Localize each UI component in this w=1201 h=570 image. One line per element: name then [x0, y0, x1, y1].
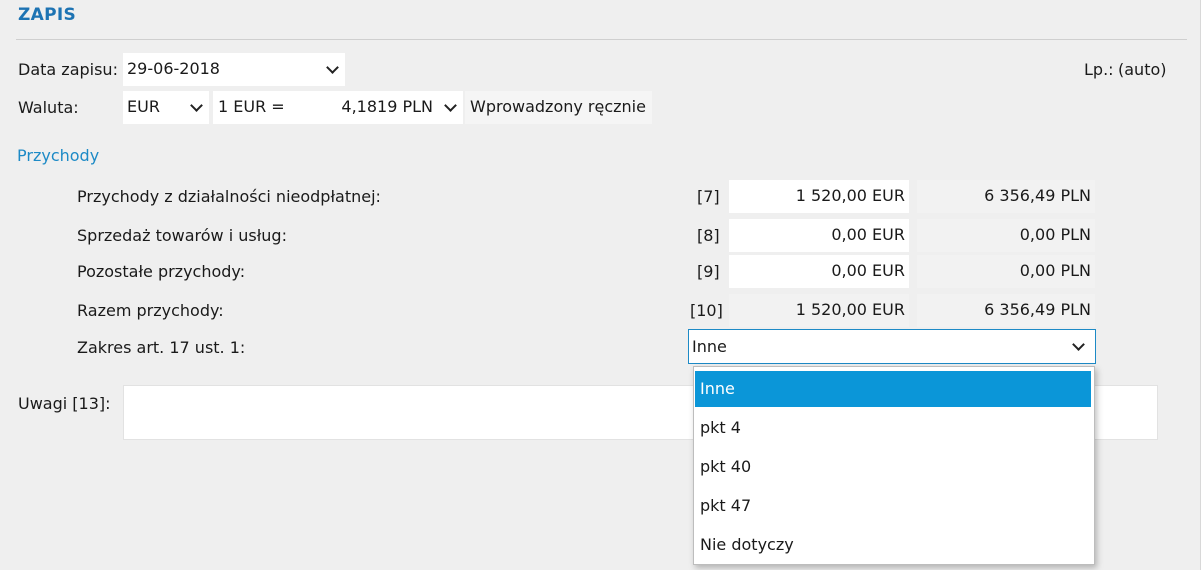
date-picker[interactable]: 29-06-2018: [123, 53, 345, 86]
amount-pln-field: 6 356,49 PLN: [917, 180, 1095, 213]
amount-pln-value: 6 356,49 PLN: [984, 186, 1091, 205]
zakres-select[interactable]: Inne: [688, 329, 1096, 364]
chevron-down-icon[interactable]: [326, 61, 339, 74]
zakres-selected-value: Inne: [692, 337, 727, 356]
title-divider: [16, 39, 1187, 40]
currency-label: Waluta:: [18, 98, 79, 117]
page-title: ZAPIS: [18, 5, 77, 25]
amount-pln-field: 0,00 PLN: [917, 255, 1095, 288]
rate-prefix: 1 EUR =: [218, 97, 285, 116]
amount-pln-value: 0,00 PLN: [1019, 225, 1091, 244]
rate-mode-box: Wprowadzony ręcznie: [465, 91, 652, 124]
dropdown-option-pkt-4[interactable]: pkt 4: [695, 410, 1091, 446]
total-pln-field: 6 356,49 PLN: [917, 294, 1095, 327]
row-code: [8]: [697, 226, 720, 245]
amount-pln-value: 0,00 PLN: [1019, 261, 1091, 280]
total-eur-field: 1 520,00 EUR: [729, 294, 909, 327]
rate-mode-text: Wprowadzony ręcznie: [470, 97, 646, 116]
row-label: Sprzedaż towarów i usług:: [77, 226, 287, 245]
uwagi-label: Uwagi [13]:: [18, 394, 111, 413]
amount-eur-input[interactable]: 0,00 EUR: [729, 219, 909, 252]
rate-value: 4,1819 PLN: [341, 97, 433, 116]
amount-eur-value: 0,00 EUR: [831, 225, 905, 244]
section-title-przychody: Przychody: [17, 146, 100, 165]
currency-value: EUR: [127, 97, 160, 116]
amount-pln-field: 0,00 PLN: [917, 219, 1095, 252]
row-label: Pozostałe przychody:: [77, 262, 246, 281]
amount-eur-input[interactable]: 1 520,00 EUR: [729, 180, 909, 213]
total-eur-value: 1 520,00 EUR: [795, 300, 905, 319]
dropdown-option-pkt-40[interactable]: pkt 40: [695, 449, 1091, 485]
chevron-down-icon[interactable]: [1072, 338, 1085, 351]
row-code: [7]: [697, 187, 720, 206]
dropdown-option-pkt-47[interactable]: pkt 47: [695, 488, 1091, 524]
date-value: 29-06-2018: [127, 59, 220, 78]
dropdown-option-inne[interactable]: Inne: [695, 371, 1091, 407]
dropdown-option-nie-dotyczy[interactable]: Nie dotyczy: [695, 527, 1091, 563]
date-label: Data zapisu:: [18, 60, 118, 79]
row-label: Razem przychody:: [77, 301, 224, 320]
zakres-label: Zakres art. 17 ust. 1:: [77, 338, 246, 357]
currency-select[interactable]: EUR: [123, 91, 209, 124]
amount-eur-value: 0,00 EUR: [831, 261, 905, 280]
lp-value: (auto): [1118, 60, 1167, 79]
amount-eur-value: 1 520,00 EUR: [795, 186, 905, 205]
chevron-down-icon[interactable]: [444, 99, 457, 112]
row-code: [9]: [697, 262, 720, 281]
row-label: Przychody z działalności nieodpłatnej:: [77, 187, 381, 206]
exchange-rate-select[interactable]: 1 EUR = 4,1819 PLN: [213, 91, 463, 124]
zakres-dropdown-list: Inne pkt 4 pkt 40 pkt 47 Nie dotyczy: [693, 366, 1095, 565]
lp-label: Lp.:: [1084, 60, 1114, 79]
chevron-down-icon[interactable]: [190, 99, 203, 112]
total-pln-value: 6 356,49 PLN: [984, 300, 1091, 319]
amount-eur-input[interactable]: 0,00 EUR: [729, 255, 909, 288]
row-code: [10]: [690, 301, 723, 320]
